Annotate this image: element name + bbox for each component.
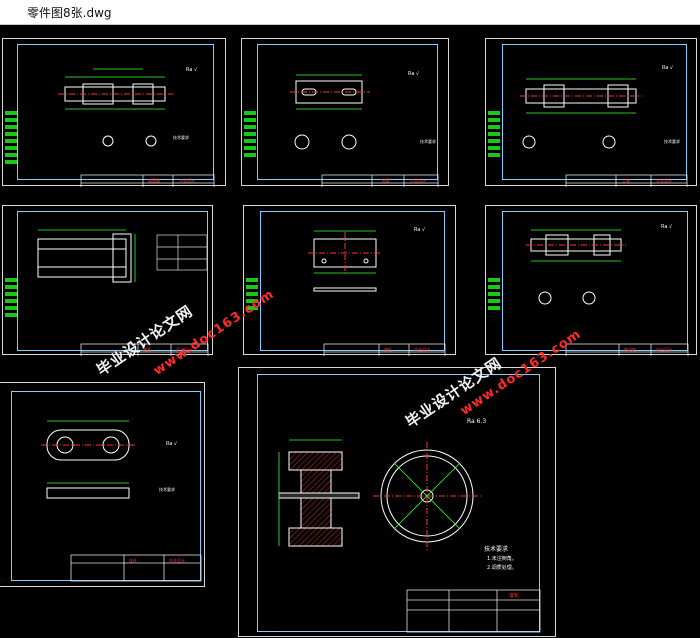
plate-drawing: Ra √ 底板 毕业设计 xyxy=(246,227,446,356)
svg-text:技术要求: 技术要求 xyxy=(159,486,175,492)
tech-note-2: 2.调质处理。 xyxy=(487,565,517,571)
svg-text:Ra √: Ra √ xyxy=(662,65,674,71)
svg-text:技术要求: 技术要求 xyxy=(173,134,189,140)
drawing-sheet-shaft-1[interactable]: Ra √ 技术要求 减速器 毕业设计 xyxy=(2,38,226,187)
svg-text:连杆: 连杆 xyxy=(129,557,137,563)
svg-text:减速器: 减速器 xyxy=(148,177,160,183)
drawing-sheet-plate[interactable]: Ra √ 底板 毕业设计 xyxy=(243,205,456,356)
drawing-sheet-shaft-2[interactable]: Ra √ 传动轴 毕业设计 xyxy=(485,205,697,356)
shaft-2-drawing: Ra √ 传动轴 毕业设计 xyxy=(488,224,689,356)
svg-text:毕业设计: 毕业设计 xyxy=(410,177,426,183)
drawing-sheet-wheel[interactable]: Ra 6.3 技术要求 1.未注倒角。 2.调质处理。 滚轮 xyxy=(238,367,556,637)
svg-text:Ra √: Ra √ xyxy=(186,67,198,73)
link-drawing: Ra √ 技术要求 连杆 毕业设计 xyxy=(41,420,202,582)
tech-note-1: 1.未注倒角。 xyxy=(487,556,517,562)
part-name-label: 滚轮 xyxy=(509,593,520,599)
sleeve-drawing: 轴套 毕业设计 xyxy=(5,229,209,356)
shaft-drawing: Ra √ 技术要求 减速器 毕业设计 xyxy=(5,67,215,187)
svg-text:底板: 底板 xyxy=(384,346,392,352)
svg-text:Ra √: Ra √ xyxy=(414,227,426,233)
drawing-sheet-link[interactable]: Ra √ 技术要求 连杆 毕业设计 xyxy=(0,382,205,587)
cad-model-space[interactable]: Ra √ 技术要求 减速器 毕业设计 Ra √ 技术要求 隔套 毕业设计 Ra √ xyxy=(0,25,700,637)
svg-text:传动轴: 传动轴 xyxy=(624,346,636,352)
spacer-drawing: Ra √ 技术要求 隔套 毕业设计 xyxy=(244,71,439,187)
roughness-symbol: Ra 6.3 xyxy=(467,418,487,425)
svg-text:Ra √: Ra √ xyxy=(166,441,178,447)
svg-text:毕业设计: 毕业设计 xyxy=(169,557,185,563)
svg-text:隔套: 隔套 xyxy=(382,177,390,183)
svg-text:Ra √: Ra √ xyxy=(661,224,673,230)
svg-text:技术要求: 技术要求 xyxy=(664,138,680,144)
drawing-sheet-sleeve[interactable]: 轴套 毕业设计 xyxy=(2,205,213,356)
tech-notes-title: 技术要求 xyxy=(484,546,509,553)
window-title: 零件图8张.dwg xyxy=(27,6,112,20)
drawing-sheet-spacer[interactable]: Ra √ 技术要求 隔套 毕业设计 xyxy=(241,38,449,187)
svg-text:毕业设计: 毕业设计 xyxy=(414,346,430,352)
svg-text:Ra √: Ra √ xyxy=(408,71,420,77)
svg-text:技术要求: 技术要求 xyxy=(420,138,436,144)
window-titlebar: 零件图8张.dwg xyxy=(0,0,700,25)
svg-text:毕业设计: 毕业设计 xyxy=(179,177,195,183)
svg-text:毕业设计: 毕业设计 xyxy=(656,346,672,352)
drawing-sheet-long-shaft[interactable]: Ra √ 技术要求 主轴 毕业设计 xyxy=(485,38,697,187)
svg-text:毕业设计: 毕业设计 xyxy=(656,177,672,183)
long-shaft-drawing: Ra √ 技术要求 主轴 毕业设计 xyxy=(488,65,688,187)
svg-text:主轴: 主轴 xyxy=(622,177,630,183)
